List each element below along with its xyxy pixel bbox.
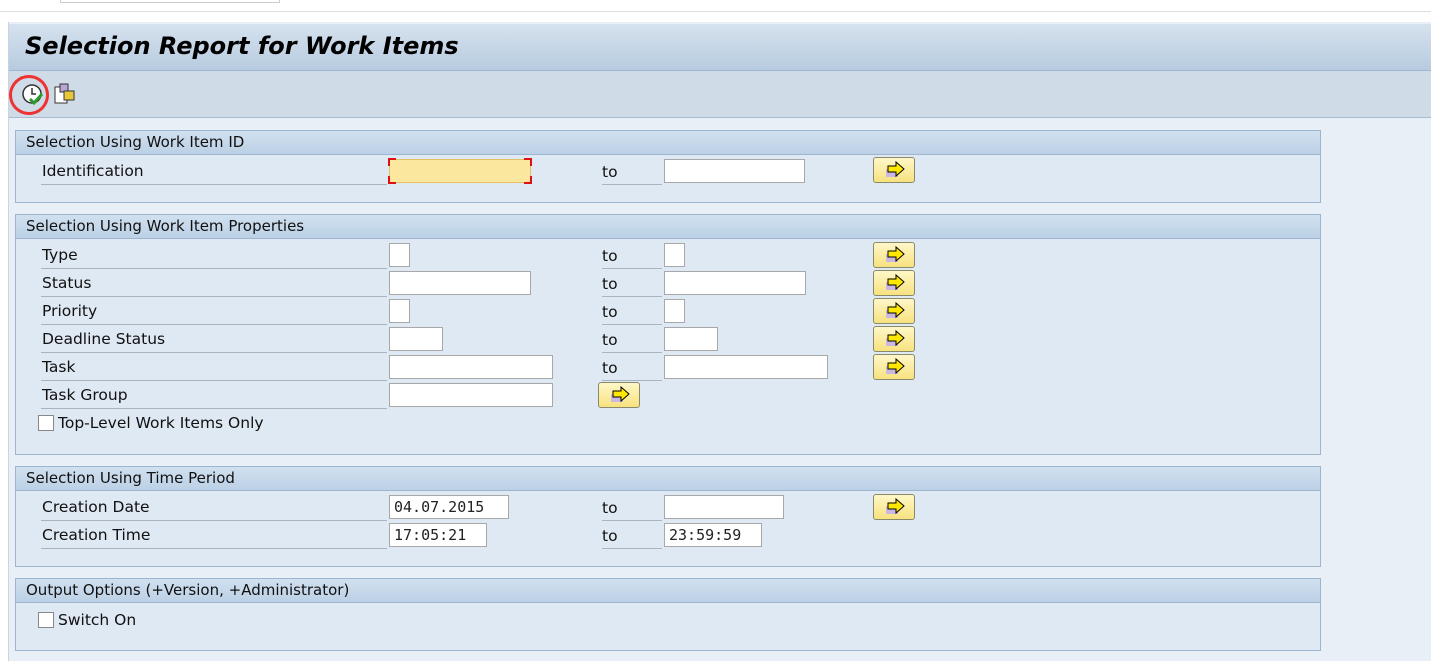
multiple-selection-button[interactable] xyxy=(873,354,915,380)
application-toolbar xyxy=(5,71,1431,119)
type-from-input[interactable] xyxy=(389,243,410,267)
to-label: to xyxy=(602,328,662,353)
creation-date-to-input[interactable] xyxy=(664,495,784,519)
top-level-checkbox[interactable] xyxy=(38,415,54,431)
arrow-right-icon xyxy=(886,330,905,347)
priority-to-input[interactable] xyxy=(664,299,685,323)
multiple-selection-button[interactable] xyxy=(873,270,915,296)
deadline-status-from-input[interactable] xyxy=(389,327,443,351)
arrow-right-icon xyxy=(886,358,905,375)
group-work-item-id: Selection Using Work Item ID Identificat… xyxy=(15,130,1321,203)
identification-label: Identification xyxy=(41,160,387,185)
multiple-selection-button[interactable] xyxy=(873,494,915,520)
to-label: to xyxy=(602,356,662,381)
task-from-input[interactable] xyxy=(389,355,553,379)
multiple-selection-button[interactable] xyxy=(873,157,915,183)
page-title: Selection Report for Work Items xyxy=(25,32,459,60)
creation-date-label: Creation Date xyxy=(41,496,387,521)
priority-label: Priority xyxy=(41,300,387,325)
creation-time-from-input[interactable]: 17:05:21 xyxy=(389,523,487,547)
switch-on-label: Switch On xyxy=(58,611,137,629)
task-group-input[interactable] xyxy=(389,383,553,407)
group-output-options: Output Options (+Version, +Administrator… xyxy=(15,578,1321,651)
creation-date-from-input[interactable]: 04.07.2015 xyxy=(389,495,509,519)
arrow-right-icon xyxy=(886,498,905,515)
divider xyxy=(0,11,1431,12)
to-label: to xyxy=(602,272,662,297)
multiple-selection-icon[interactable] xyxy=(53,83,77,107)
type-to-input[interactable] xyxy=(664,243,685,267)
task-group-label: Task Group xyxy=(41,384,387,409)
group-title: Selection Using Work Item Properties xyxy=(16,215,1320,239)
status-label: Status xyxy=(41,272,387,297)
group-title: Output Options (+Version, +Administrator… xyxy=(16,579,1320,603)
multiple-selection-button[interactable] xyxy=(873,326,915,352)
identification-to-input[interactable] xyxy=(664,159,805,183)
status-from-input[interactable] xyxy=(389,271,531,295)
group-work-item-properties: Selection Using Work Item Properties Typ… xyxy=(15,214,1321,455)
deadline-status-label: Deadline Status xyxy=(41,328,387,353)
arrow-right-icon xyxy=(886,274,905,291)
creation-time-to-input[interactable]: 23:59:59 xyxy=(664,523,762,547)
multiple-selection-button[interactable] xyxy=(598,382,640,408)
multiple-selection-button[interactable] xyxy=(873,242,915,268)
to-label: to xyxy=(602,160,662,185)
arrow-right-icon xyxy=(886,302,905,319)
arrow-right-icon xyxy=(886,161,905,178)
status-to-input[interactable] xyxy=(664,271,806,295)
top-level-label: Top-Level Work Items Only xyxy=(58,414,264,432)
to-label: to xyxy=(602,496,662,521)
group-time-period: Selection Using Time Period Creation Dat… xyxy=(15,466,1321,567)
top-field[interactable] xyxy=(60,0,280,3)
type-label: Type xyxy=(41,244,387,269)
arrow-right-icon xyxy=(886,246,905,263)
title-bar: Selection Report for Work Items xyxy=(9,24,1431,71)
multiple-selection-button[interactable] xyxy=(873,298,915,324)
to-label: to xyxy=(602,244,662,269)
group-title: Selection Using Work Item ID xyxy=(16,131,1320,155)
priority-from-input[interactable] xyxy=(389,299,410,323)
switch-on-checkbox[interactable] xyxy=(38,612,54,628)
group-title: Selection Using Time Period xyxy=(16,467,1320,491)
execute-clock-check-icon[interactable] xyxy=(21,83,45,107)
identification-from-input[interactable] xyxy=(388,158,532,184)
task-label: Task xyxy=(41,356,387,381)
creation-time-label: Creation Time xyxy=(41,524,387,549)
to-label: to xyxy=(602,524,662,549)
to-label: to xyxy=(602,300,662,325)
arrow-right-icon xyxy=(611,386,630,403)
deadline-status-to-input[interactable] xyxy=(664,327,718,351)
task-to-input[interactable] xyxy=(664,355,828,379)
